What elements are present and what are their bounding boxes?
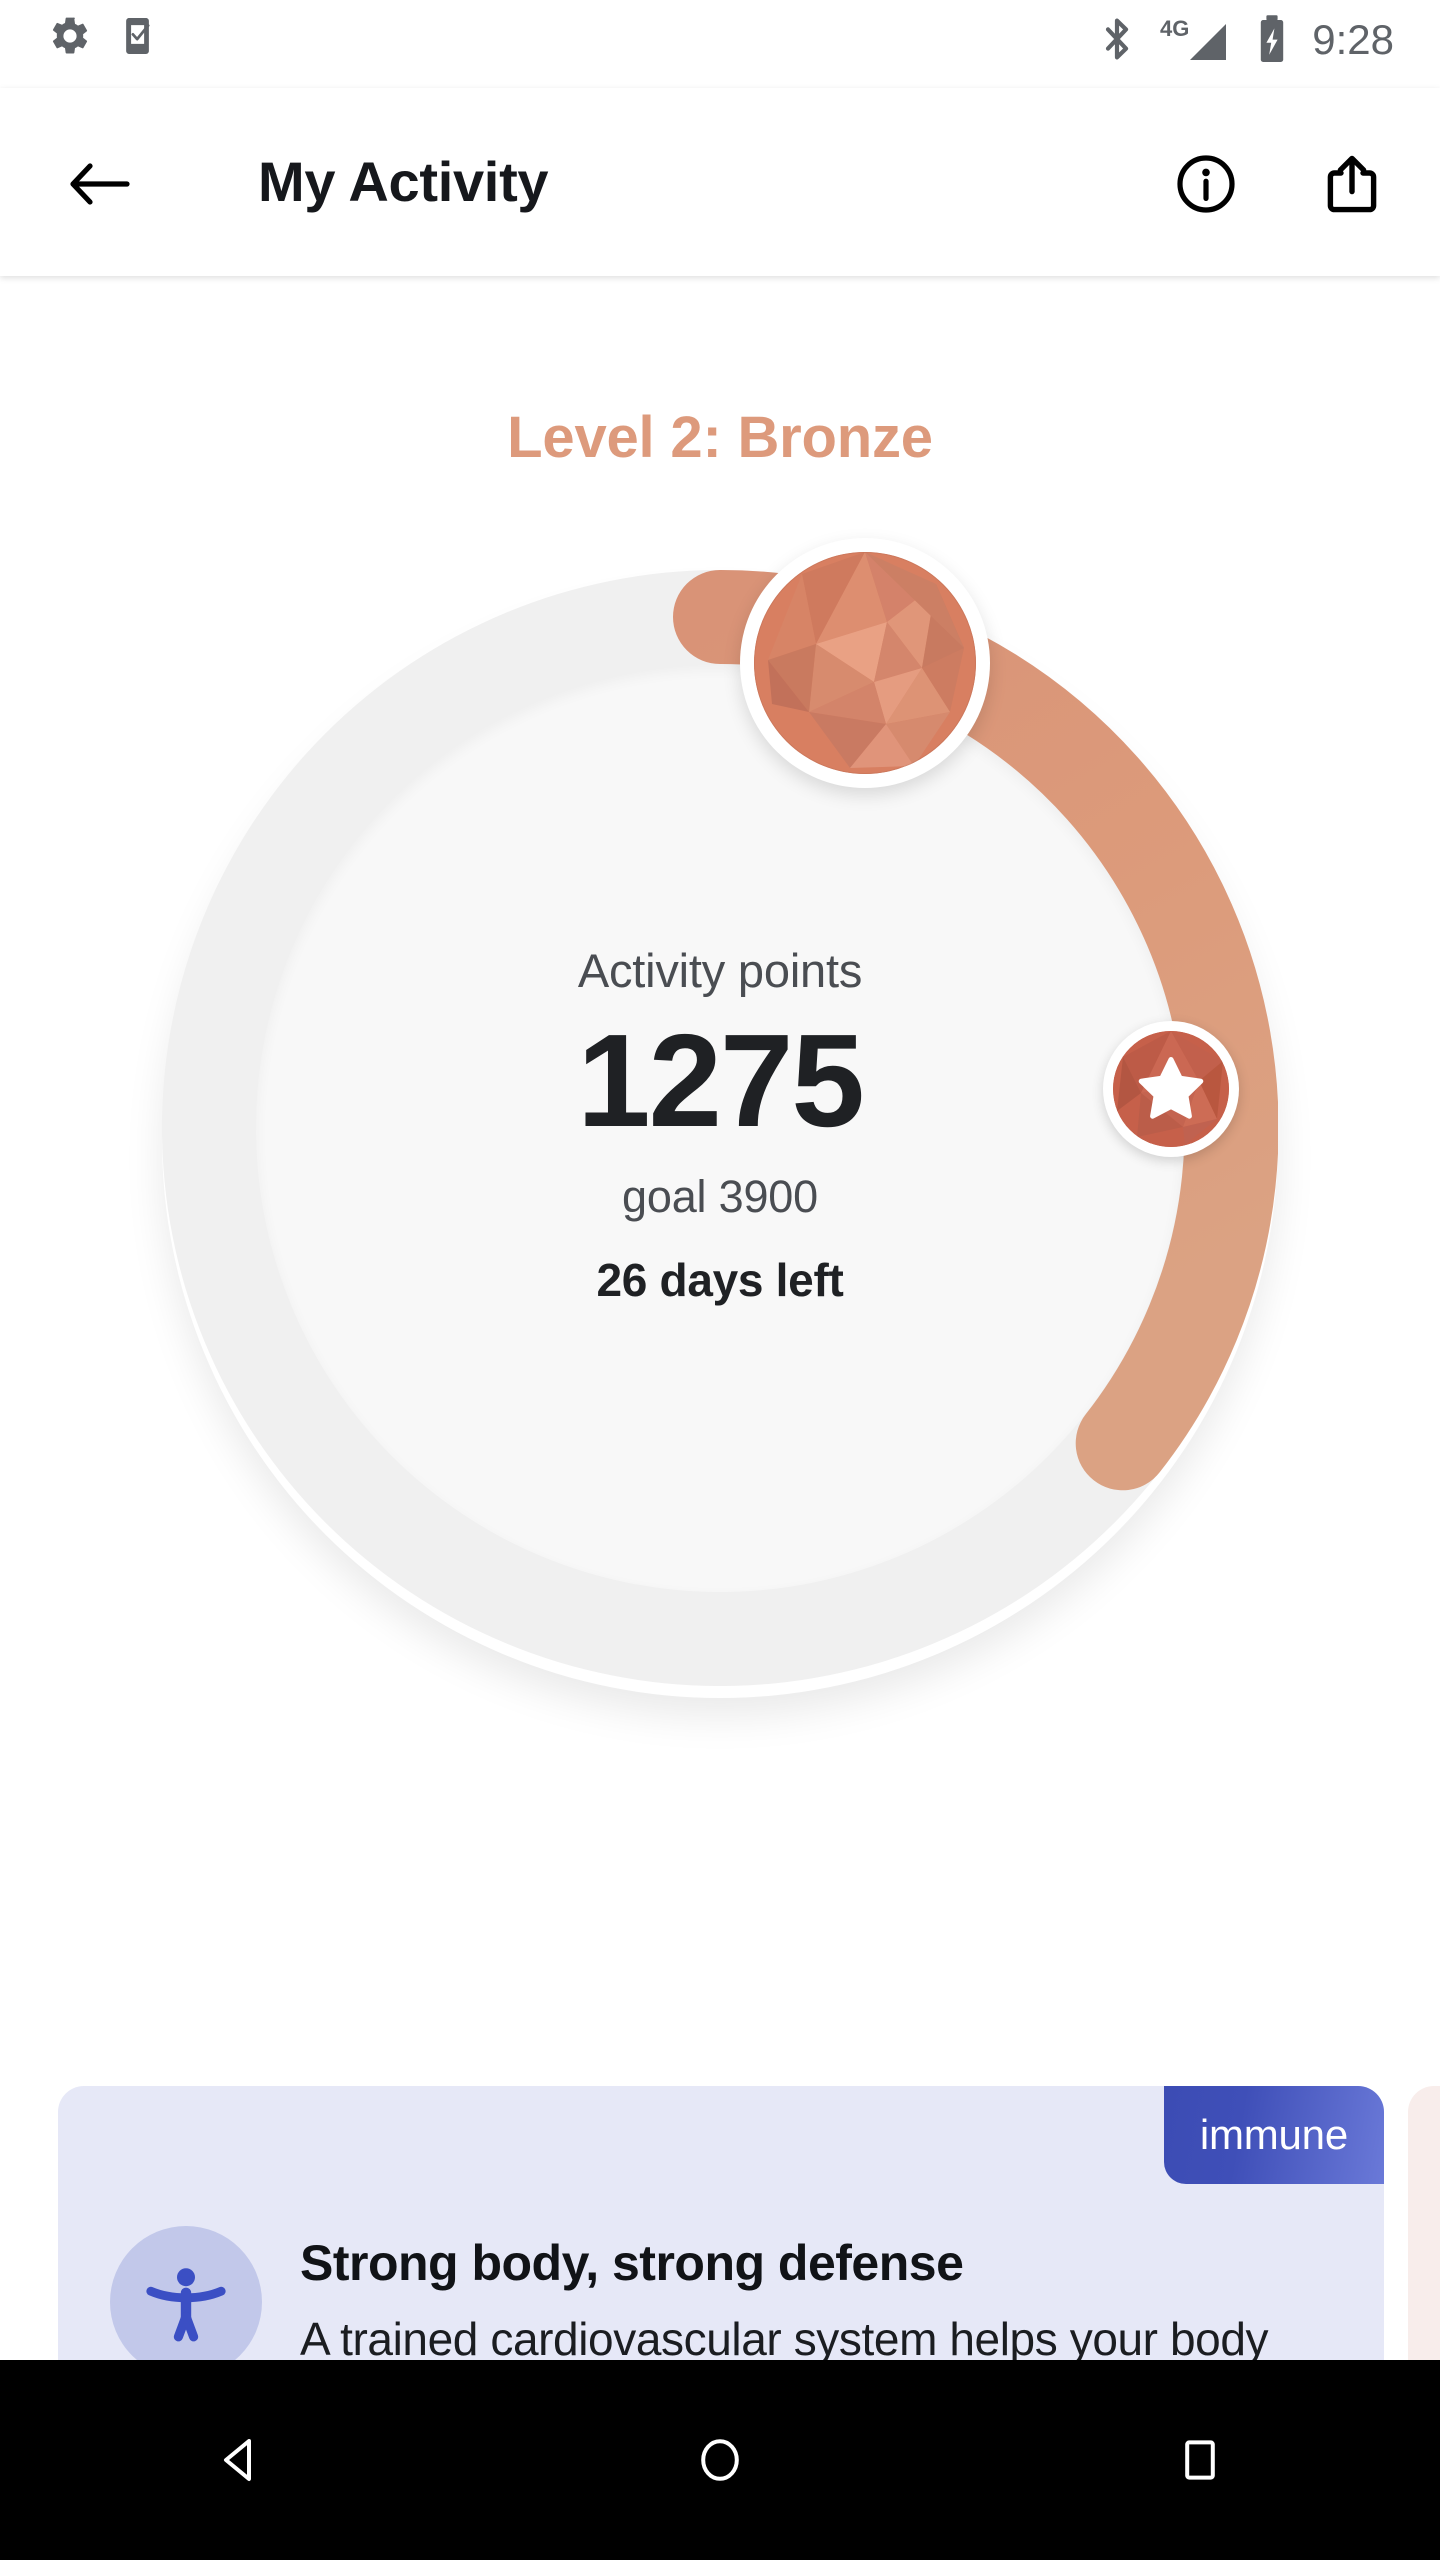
nav-home-circle-icon (701, 2439, 739, 2481)
bronze-medal-badge[interactable] (740, 538, 990, 788)
app-bar: My Activity (0, 88, 1440, 276)
info-circle-icon (1177, 155, 1235, 213)
status-bar-left-icons (48, 14, 162, 63)
nav-recents-button[interactable] (1110, 2360, 1290, 2560)
status-bar-right-icons: 4G 9:28 (1100, 14, 1394, 69)
insight-card-title: Strong body, strong defense (300, 2235, 964, 2291)
accessibility-icon-circle (110, 2226, 262, 2378)
activity-points-label: Activity points (577, 944, 863, 998)
star-icon (1113, 1031, 1229, 1147)
arrow-left-icon (70, 163, 130, 205)
app-bar-actions (1168, 146, 1390, 222)
bluetooth-icon (1100, 15, 1134, 68)
milestone-star-marker[interactable] (1103, 1021, 1239, 1157)
info-button[interactable] (1168, 146, 1244, 222)
app-screen: 4G 9:28 My Activity Level 2: Bronze Acti… (0, 0, 1440, 2560)
nav-back-triangle-icon (224, 2439, 251, 2481)
page-title: My Activity (258, 150, 549, 213)
bronze-gem-icon (754, 552, 976, 774)
nav-recents-square-icon (1185, 2440, 1215, 2480)
activity-points-value: 1275 (577, 1007, 865, 1155)
activity-progress-ring: Activity points 1275 goal 3900 26 days l… (148, 538, 1292, 1700)
activity-goal-text: goal 3900 (622, 1170, 818, 1222)
back-button[interactable] (62, 146, 138, 222)
days-left-text: 26 days left (596, 1253, 844, 1306)
battery-charging-icon (1256, 14, 1288, 69)
status-bar-time: 9:28 (1312, 16, 1394, 63)
main-content: Level 2: Bronze Activity points 1275 goa… (0, 276, 1440, 2536)
nav-home-button[interactable] (630, 2360, 810, 2560)
phone-check-icon (120, 14, 162, 63)
settings-gear-icon (48, 14, 92, 63)
level-title: Level 2: Bronze (507, 405, 933, 470)
signal-4g-icon: 4G (1158, 14, 1232, 69)
status-badge: immune (1163, 2086, 1384, 2184)
share-icon (1327, 155, 1377, 213)
android-navigation-bar (0, 2360, 1440, 2560)
star-gem-background (1113, 1031, 1229, 1147)
svg-text:4G: 4G (1160, 16, 1189, 41)
accessibility-person-icon (146, 2268, 226, 2342)
share-button[interactable] (1314, 146, 1390, 222)
status-bar: 4G 9:28 (0, 0, 1440, 88)
nav-back-button[interactable] (150, 2360, 330, 2560)
